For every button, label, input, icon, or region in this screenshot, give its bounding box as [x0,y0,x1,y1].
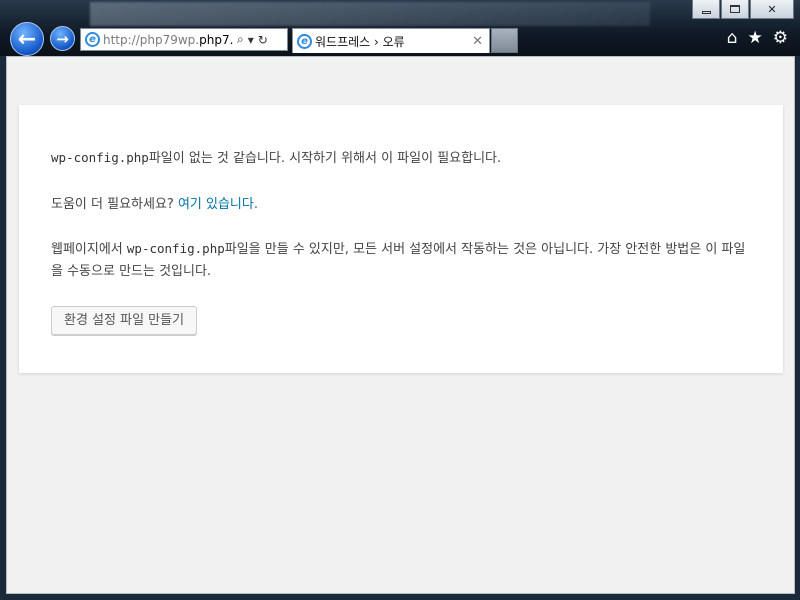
close-window-button[interactable]: ✕ [750,0,794,19]
create-config-button[interactable]: 환경 설정 파일 만들기 [51,306,198,335]
tab-close-icon[interactable]: ✕ [472,34,483,49]
config-filename-2: wp-config.php [126,241,225,256]
browser-toolbar-icons: ⌂ ★ ⚙ [727,28,788,48]
background-window-blur [90,2,650,26]
refresh-icon[interactable]: ↻ [258,33,268,47]
missing-config-text: 파일이 없는 것 같습니다. 시작하기 위해서 이 파일이 필요합니다. [148,151,502,166]
maximize-button[interactable] [721,0,749,19]
create-config-message: 웹페이지에서 wp-config.php파일을 만들 수 있지만, 모든 서버 … [51,238,751,283]
window-controls: ✕ [691,0,794,20]
help-text: 도움이 더 필요하세요? [51,197,178,212]
new-tab-button[interactable] [491,28,518,53]
missing-config-message: wp-config.php파일이 없는 것 같습니다. 시작하기 위해서 이 파… [51,147,751,170]
address-url-prefix: http://php79wp. [103,32,200,47]
wp-setup-box: wp-config.php파일이 없는 것 같습니다. 시작하기 위해서 이 파… [19,105,783,373]
address-url-main: php7... [199,32,233,47]
dropdown-arrow-icon[interactable]: ▾ [248,33,254,47]
window-bottom-frame [0,594,800,600]
back-arrow-icon: ← [17,26,37,52]
help-message: 도움이 더 필요하세요? 여기 있습니다. [51,194,751,216]
browser-titlebar: ✕ ← → e http://php79wp.php7... ⌕ ▾ ↻ e 워… [0,0,800,56]
tab-title: 워드프레스 › 오류 [315,34,405,49]
minimize-icon [701,10,711,14]
tab-ie-icon: e [297,33,312,49]
favorites-star-icon[interactable]: ★ [748,28,763,48]
address-url[interactable]: http://php79wp.php7... [103,33,233,47]
forward-button[interactable]: → [50,26,75,51]
address-bar[interactable]: e http://php79wp.php7... ⌕ ▾ ↻ [80,28,288,51]
help-link[interactable]: 여기 있습니다. [178,197,258,212]
page-viewport: wp-config.php파일이 없는 것 같습니다. 시작하기 위해서 이 파… [6,56,795,594]
maximize-icon [730,5,740,13]
back-button[interactable]: ← [10,22,44,56]
config-filename: wp-config.php [51,150,149,165]
search-icon[interactable]: ⌕ [237,32,244,47]
home-icon[interactable]: ⌂ [727,28,738,48]
close-icon: ✕ [767,2,777,16]
ie-logo-icon: e [85,32,100,47]
create-config-pre: 웹페이지에서 [51,242,127,257]
minimize-button[interactable] [692,0,720,19]
settings-gear-icon[interactable]: ⚙ [773,28,788,48]
forward-arrow-icon: → [56,29,69,48]
tab-active[interactable]: e 워드프레스 › 오류 ✕ [292,28,490,53]
